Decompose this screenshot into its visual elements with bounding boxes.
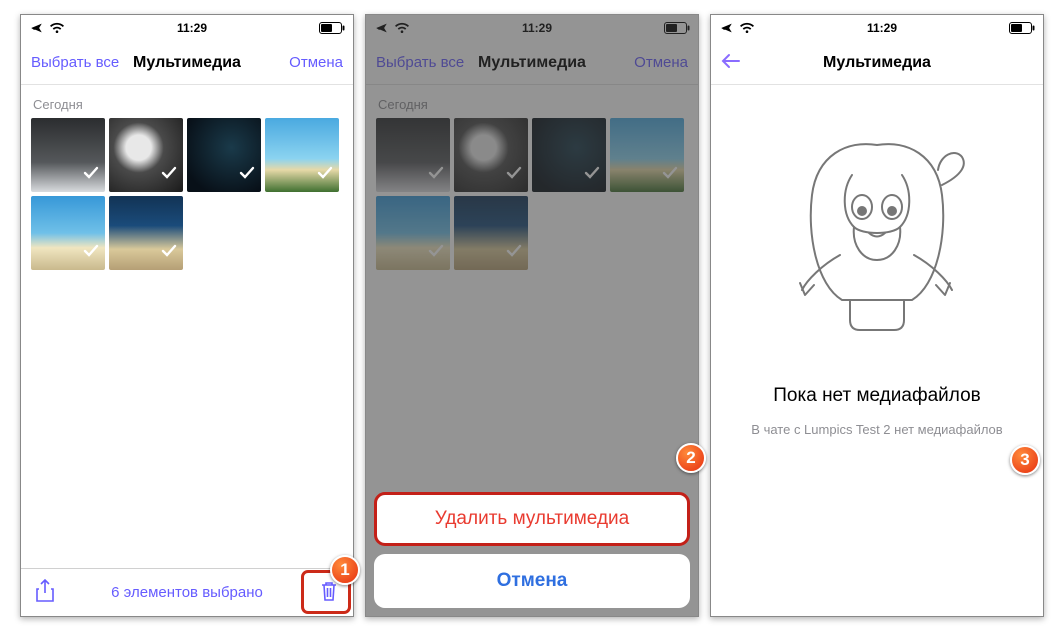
status-bar: 11:29: [711, 15, 1043, 41]
section-date-label: Сегодня: [366, 85, 698, 118]
callout-badge-2: 2: [676, 443, 706, 473]
cancel-button[interactable]: Отмена: [598, 54, 688, 71]
airplane-mode-icon: [719, 21, 734, 35]
airplane-mode-icon: [374, 21, 389, 35]
cancel-button[interactable]: Отмена: [253, 54, 343, 71]
media-thumb[interactable]: [31, 196, 105, 270]
header-bar: Выбрать все Мультимедиа Отмена: [21, 41, 353, 85]
status-bar: 11:29: [366, 15, 698, 41]
select-all-button[interactable]: Выбрать все: [31, 54, 121, 71]
selected-count-label: 6 элементов выбрано: [55, 584, 319, 601]
media-thumb[interactable]: [376, 118, 450, 192]
media-thumb[interactable]: [265, 118, 339, 192]
header-title: Мультимедиа: [466, 54, 598, 72]
airplane-mode-icon: [29, 21, 44, 35]
header-bar: Выбрать все Мультимедиа Отмена: [366, 41, 698, 85]
media-thumb[interactable]: [376, 196, 450, 270]
wifi-icon: [739, 22, 755, 34]
screen-3-empty-state: 11:29 Мультимедиа: [710, 14, 1044, 617]
screen-2-delete-confirm: 11:29 Выбрать все Мультимедиа Отмена Сег…: [365, 14, 699, 617]
empty-state-illustration: [762, 115, 992, 345]
header-title: Мультимедиа: [751, 54, 1003, 72]
status-time: 11:29: [177, 21, 207, 35]
check-icon: [238, 164, 256, 187]
battery-icon: [1009, 22, 1035, 34]
media-thumb[interactable]: [454, 118, 528, 192]
wifi-icon: [394, 22, 410, 34]
media-thumb[interactable]: [454, 196, 528, 270]
callout-badge-1: 1: [330, 555, 360, 585]
media-thumb[interactable]: [109, 118, 183, 192]
screen-1-multimedia-select: 11:29 Выбрать все Мультимедиа Отмена Сег…: [20, 14, 354, 617]
media-thumb[interactable]: [109, 196, 183, 270]
check-icon: [505, 242, 523, 265]
media-thumb[interactable]: [187, 118, 261, 192]
status-bar: 11:29: [21, 15, 353, 41]
header-title: Мультимедиа: [121, 54, 253, 72]
check-icon: [427, 164, 445, 187]
delete-multimedia-button[interactable]: Удалить мультимедиа: [374, 492, 690, 546]
check-icon: [82, 242, 100, 265]
media-grid: [21, 118, 353, 270]
section-date-label: Сегодня: [21, 85, 353, 118]
battery-icon: [319, 22, 345, 34]
media-grid: [366, 118, 698, 270]
share-icon[interactable]: [35, 579, 55, 607]
trash-icon[interactable]: [319, 580, 339, 606]
media-thumb[interactable]: [31, 118, 105, 192]
check-icon: [316, 164, 334, 187]
callout-badge-3: 3: [1010, 445, 1040, 475]
header-bar: Мультимедиа: [711, 41, 1043, 85]
back-button[interactable]: [721, 52, 751, 74]
bottom-toolbar: 6 элементов выбрано: [21, 568, 353, 616]
battery-icon: [664, 22, 690, 34]
check-icon: [505, 164, 523, 187]
cancel-sheet-button[interactable]: Отмена: [374, 554, 690, 608]
empty-state: Пока нет медиафайлов В чате с Lumpics Te…: [711, 85, 1043, 439]
status-time: 11:29: [522, 21, 552, 35]
check-icon: [427, 242, 445, 265]
media-thumb[interactable]: [532, 118, 606, 192]
check-icon: [160, 242, 178, 265]
status-time: 11:29: [867, 21, 897, 35]
check-icon: [583, 164, 601, 187]
check-icon: [82, 164, 100, 187]
empty-subtitle: В чате с Lumpics Test 2 нет медиафайлов: [711, 421, 1042, 439]
select-all-button[interactable]: Выбрать все: [376, 54, 466, 71]
action-sheet: Удалить мультимедиа Отмена: [374, 492, 690, 608]
empty-title: Пока нет медиафайлов: [753, 385, 1000, 407]
check-icon: [661, 164, 679, 187]
check-icon: [160, 164, 178, 187]
wifi-icon: [49, 22, 65, 34]
media-thumb[interactable]: [610, 118, 684, 192]
